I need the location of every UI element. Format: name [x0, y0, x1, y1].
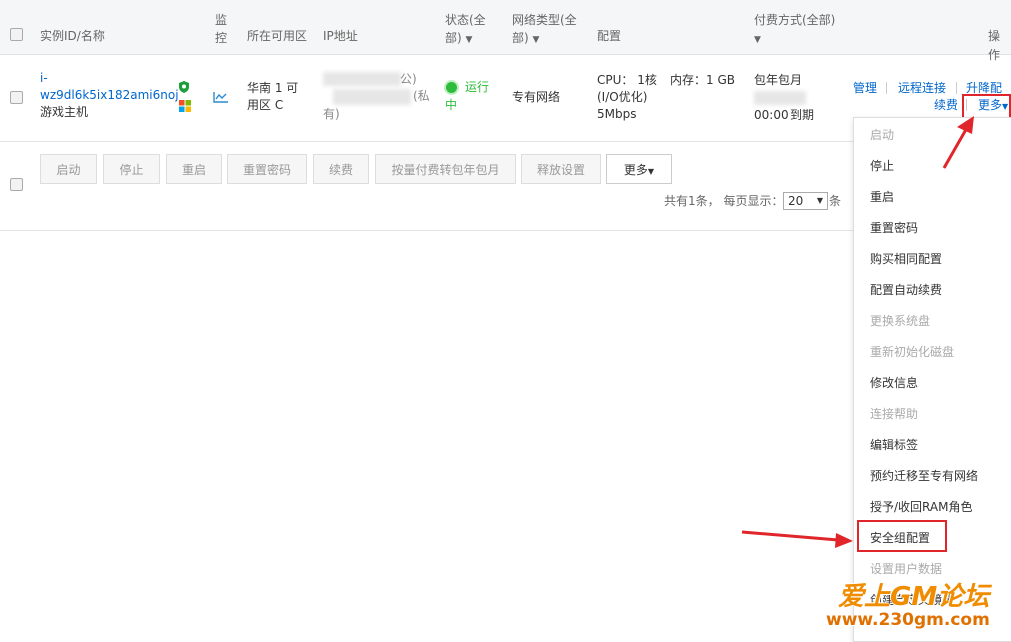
arrow-head-to-security-group — [835, 533, 853, 548]
arrow-line-to-security-group — [741, 530, 839, 542]
watermark-title: 爱上GM论坛 — [838, 582, 990, 612]
arrow-line-to-more — [942, 125, 970, 169]
watermark-url: www.230gm.com — [826, 610, 990, 630]
annotation-arrows — [741, 116, 974, 548]
